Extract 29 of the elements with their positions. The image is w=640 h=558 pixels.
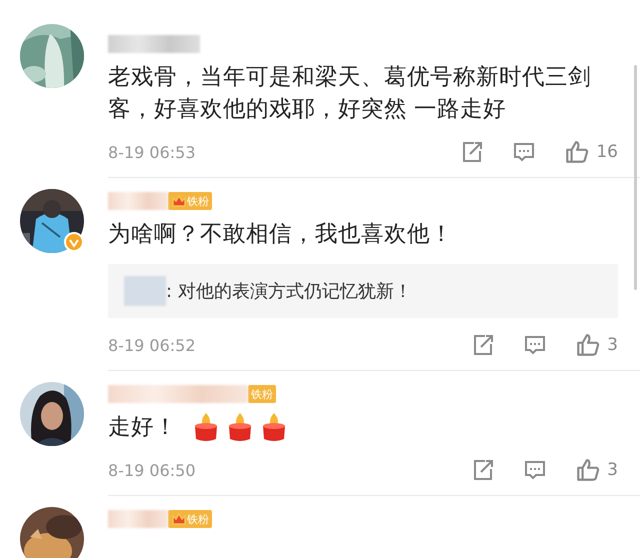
fan-badge: 铁粉 (168, 510, 212, 528)
blurred-name (108, 192, 168, 210)
blurred-name (124, 276, 166, 306)
comment-icon[interactable] (523, 458, 548, 482)
candle-icon (193, 412, 219, 442)
comment-icon[interactable] (512, 140, 536, 164)
fan-badge: 铁粉 (248, 385, 276, 403)
like-icon[interactable] (564, 139, 590, 165)
timestamp: 8-19 06:53 (108, 142, 196, 162)
like-count: 16 (596, 142, 618, 162)
comment-text: 老戏骨，当年可是和梁天、葛优号称新时代三剑客，好喜欢他的戏耶，好突然 一路走好 (108, 63, 592, 124)
candle-icon (261, 412, 287, 442)
share-icon[interactable] (471, 333, 496, 357)
fan-badge: 铁粉 (168, 192, 212, 210)
timestamp: 8-19 06:52 (108, 336, 196, 354)
like-count: 3 (607, 460, 618, 480)
comment-icon[interactable] (523, 333, 548, 357)
timestamp: 8-19 06:50 (108, 460, 196, 480)
like-icon[interactable] (575, 457, 602, 483)
comment-text: 为啥啊？不敢相信，我也喜欢他！ (108, 220, 453, 249)
comment-text: 走好！ (108, 413, 177, 442)
like-icon[interactable] (575, 332, 602, 358)
like-count: 3 (607, 335, 618, 355)
reply-text: : 对他的表演方式仍记忆犹新！ (166, 280, 412, 303)
blurred-name (108, 510, 168, 528)
scrollbar[interactable] (634, 65, 637, 290)
share-icon[interactable] (460, 140, 484, 164)
share-icon[interactable] (471, 458, 496, 482)
candle-icon (227, 412, 253, 442)
